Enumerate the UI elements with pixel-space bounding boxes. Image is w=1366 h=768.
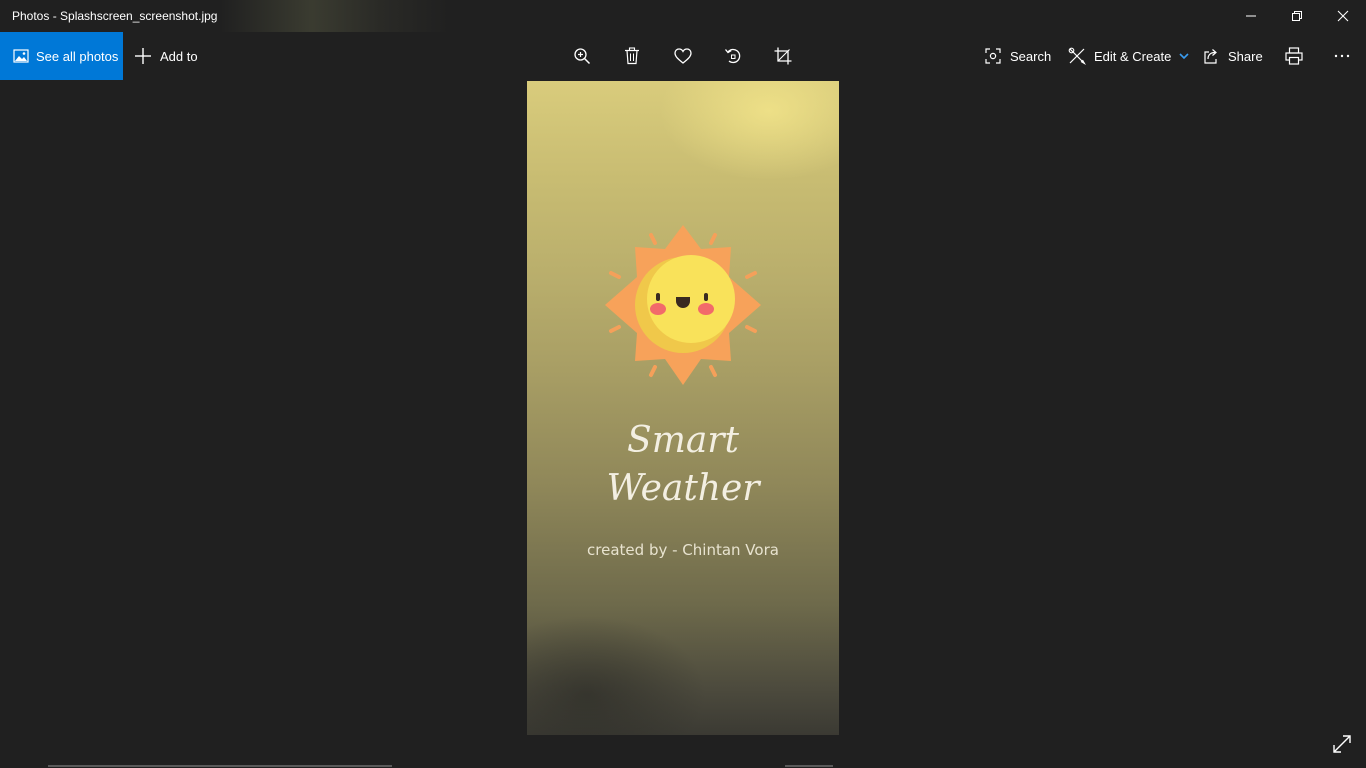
share-icon (1202, 47, 1220, 65)
crop-button[interactable] (763, 32, 803, 80)
share-label: Share (1228, 48, 1263, 64)
plus-icon (134, 47, 152, 65)
edit-create-button[interactable]: Edit & Create (1068, 32, 1189, 80)
zoom-in-icon (574, 48, 591, 65)
command-bar: See all photos Add to Search Edit & Crea… (0, 32, 1366, 80)
edit-create-icon (1068, 47, 1086, 65)
favorite-button[interactable] (663, 32, 703, 80)
search-button[interactable]: Search (984, 32, 1051, 80)
crop-icon (774, 47, 792, 65)
splash-credit-text: created by - Chintan Vora (587, 541, 779, 559)
restore-icon (1292, 11, 1302, 21)
filmstrip-indicator-secondary (785, 765, 833, 767)
displayed-photo[interactable]: Smart Weather created by - Chintan Vora (527, 81, 839, 735)
minimize-button[interactable] (1228, 0, 1274, 32)
add-to-button[interactable]: Add to (134, 32, 198, 80)
zoom-button[interactable] (562, 32, 602, 80)
share-button[interactable]: Share (1202, 32, 1263, 80)
rotate-button[interactable] (713, 32, 753, 80)
close-icon (1337, 10, 1349, 22)
sun-illustration-icon (605, 225, 761, 385)
printer-icon (1285, 47, 1303, 65)
app-title-line-1: Smart (627, 420, 739, 461)
trash-icon (625, 47, 639, 65)
see-all-photos-button[interactable]: See all photos (0, 32, 123, 80)
delete-button[interactable] (612, 32, 652, 80)
title-bar-acrylic (220, 0, 450, 32)
chevron-down-icon (1179, 52, 1189, 60)
photos-icon (13, 48, 29, 64)
rotate-icon (725, 48, 741, 64)
more-icon (1334, 54, 1350, 58)
app-title-line-2: Weather (606, 468, 760, 509)
full-screen-button[interactable] (1328, 730, 1356, 758)
heart-icon (674, 48, 692, 64)
filmstrip-indicator (48, 765, 392, 767)
close-button[interactable] (1320, 0, 1366, 32)
add-to-label: Add to (160, 48, 198, 64)
print-button[interactable] (1274, 32, 1314, 80)
minimize-icon (1246, 15, 1256, 17)
title-bar: Photos - Splashscreen_screenshot.jpg (0, 0, 1366, 32)
edit-create-label: Edit & Create (1094, 48, 1172, 64)
visual-search-icon (984, 47, 1002, 65)
splash-app-title: Smart Weather (527, 417, 839, 513)
more-options-button[interactable] (1322, 32, 1362, 80)
restore-button[interactable] (1274, 0, 1320, 32)
search-label: Search (1010, 48, 1052, 64)
see-all-photos-label: See all photos (36, 48, 119, 64)
window-title: Photos - Splashscreen_screenshot.jpg (12, 9, 218, 23)
expand-icon (1333, 735, 1351, 753)
photos-app-window: Photos - Splashscreen_screenshot.jpg See… (0, 0, 1366, 768)
